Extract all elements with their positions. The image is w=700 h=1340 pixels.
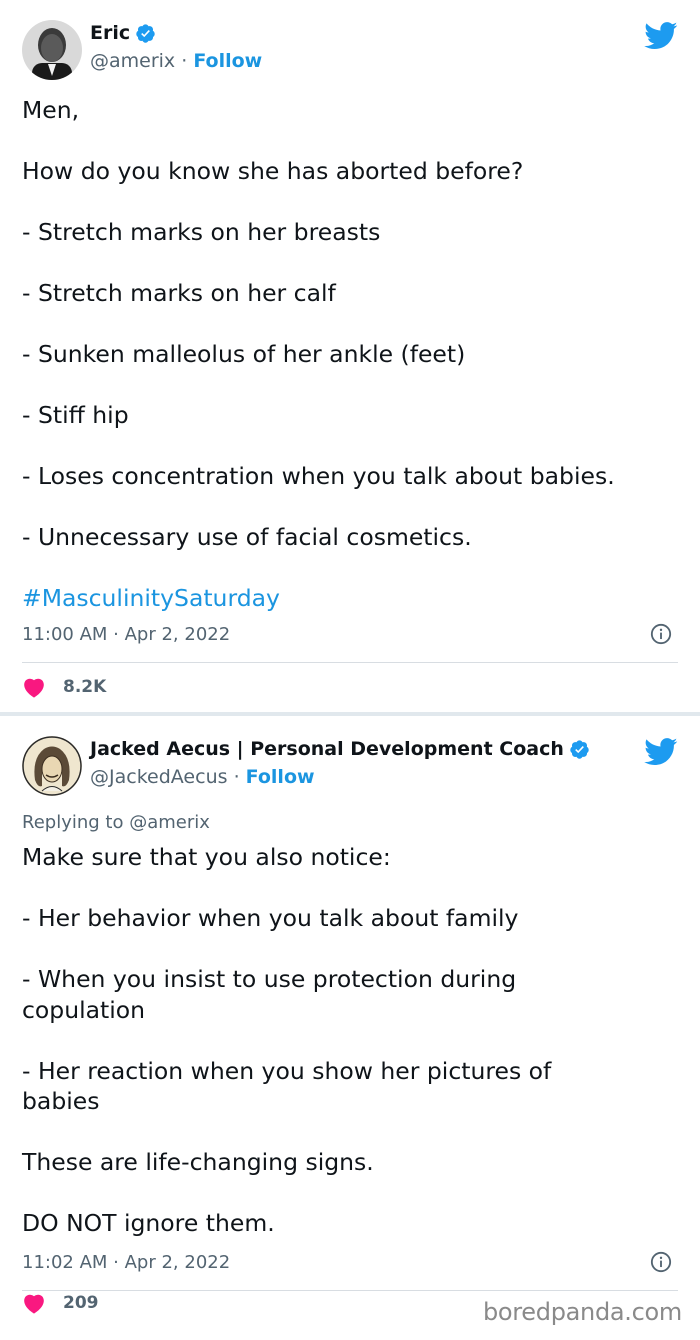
- reply-handle-link[interactable]: @amerix: [129, 812, 210, 833]
- follow-button[interactable]: Follow: [193, 50, 262, 72]
- author-row: Jacked Aecus | Personal Development Coac…: [90, 738, 590, 760]
- body-line: Men,: [22, 96, 80, 124]
- tweet-body: Make sure that you also notice: - Her be…: [22, 842, 682, 1239]
- author-row: Eric: [90, 22, 156, 44]
- like-count: 209: [63, 1293, 99, 1313]
- heart-icon[interactable]: [22, 676, 46, 698]
- watermark: boredpanda.com: [482, 1298, 682, 1326]
- verified-badge-icon: [136, 23, 155, 43]
- body-line: - Her behavior when you talk about famil…: [22, 904, 519, 932]
- avatar-illustration: [22, 736, 82, 796]
- body-line: - Her reaction when you show her picture…: [22, 1056, 552, 1116]
- handle-row: @amerix · Follow: [90, 50, 262, 72]
- divider: [22, 1290, 678, 1291]
- body-line: How do you know she has aborted before?: [22, 157, 524, 185]
- timestamp-row: 11:00 AM · Apr 2, 2022: [22, 623, 678, 645]
- twitter-bird-icon[interactable]: [644, 22, 678, 50]
- body-line: - Unnecessary use of facial cosmetics.: [22, 523, 472, 551]
- author-name[interactable]: Eric: [90, 22, 130, 44]
- follow-button[interactable]: Follow: [246, 766, 315, 788]
- heart-icon[interactable]: [22, 1292, 46, 1314]
- body-line: - When you insist to use protection duri…: [22, 965, 517, 1024]
- body-line: Make sure that you also notice:: [22, 843, 391, 871]
- body-line: These are life-changing signs.: [22, 1148, 374, 1176]
- avatar[interactable]: [22, 20, 82, 80]
- body-line: - Loses concentration when you talk abou…: [22, 462, 615, 490]
- handle-row: @JackedAecus · Follow: [90, 766, 315, 788]
- avatar-photo: [22, 20, 82, 80]
- info-icon[interactable]: [650, 623, 672, 645]
- info-icon[interactable]: [650, 1251, 672, 1273]
- body-line: - Stretch marks on her calf: [22, 279, 336, 307]
- hashtag-link[interactable]: #MasculinitySaturday: [22, 584, 280, 612]
- handle-separator: ·: [181, 50, 194, 72]
- tweet-card-1: Eric @amerix · Follow Men, How do you kn…: [0, 0, 700, 712]
- tweet-card-2: Jacked Aecus | Personal Development Coac…: [0, 716, 700, 1340]
- replying-to: Replying to @amerix: [22, 812, 210, 833]
- body-line: - Sunken malleolus of her ankle (feet): [22, 340, 466, 368]
- author-handle[interactable]: @JackedAecus: [90, 766, 228, 788]
- timestamp[interactable]: 11:02 AM · Apr 2, 2022: [22, 1252, 230, 1273]
- like-count: 8.2K: [63, 677, 107, 697]
- likes-row[interactable]: 209: [22, 1292, 99, 1314]
- verified-badge-icon: [570, 739, 589, 759]
- tweet-body: Men, How do you know she has aborted bef…: [22, 95, 682, 614]
- body-line: - Stiff hip: [22, 401, 129, 429]
- timestamp[interactable]: 11:00 AM · Apr 2, 2022: [22, 624, 230, 645]
- author-handle[interactable]: @amerix: [90, 50, 175, 72]
- twitter-bird-icon[interactable]: [644, 738, 678, 766]
- likes-row[interactable]: 8.2K: [22, 676, 106, 698]
- body-line: DO NOT ignore them.: [22, 1209, 275, 1237]
- avatar[interactable]: [22, 736, 82, 796]
- timestamp-row: 11:02 AM · Apr 2, 2022: [22, 1251, 678, 1273]
- handle-separator: ·: [233, 766, 246, 788]
- author-name[interactable]: Jacked Aecus | Personal Development Coac…: [90, 738, 564, 760]
- divider: [22, 662, 678, 663]
- reply-prefix: Replying to: [22, 812, 124, 833]
- body-line: - Stretch marks on her breasts: [22, 218, 381, 246]
